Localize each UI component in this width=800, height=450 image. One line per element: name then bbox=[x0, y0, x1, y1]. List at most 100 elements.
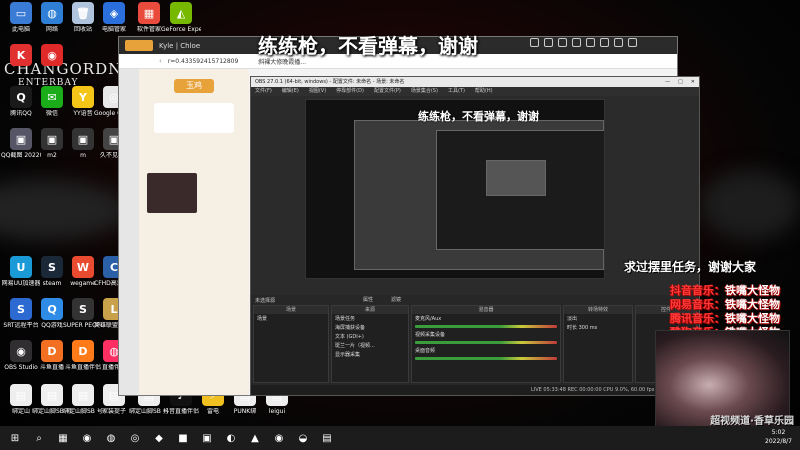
source-item[interactable]: 场景任务 bbox=[332, 314, 408, 323]
app-icon: ▣ bbox=[41, 128, 63, 150]
search-icon[interactable]: ⌕ bbox=[30, 429, 48, 447]
desktop-icon-label: PUNK绑 bbox=[233, 408, 257, 415]
app-icon: ◉ bbox=[10, 340, 32, 362]
duration-input[interactable]: 300 ms bbox=[579, 325, 598, 331]
desktop-icon-label: steam bbox=[42, 280, 62, 287]
app-icon: ◭ bbox=[170, 2, 192, 24]
audio-meter bbox=[415, 357, 557, 360]
desktop-icon-label: 微信 bbox=[45, 110, 58, 117]
scene-item[interactable]: 场景 bbox=[254, 314, 328, 323]
toolbar-icon-1[interactable] bbox=[530, 38, 539, 47]
desktop-icon-label: GeForce Experience bbox=[161, 26, 201, 33]
scenes-panel: 场景 场景 bbox=[253, 305, 329, 383]
obs-menu-item[interactable]: 视图(V) bbox=[309, 87, 326, 96]
browser-toolbar-icons[interactable] bbox=[530, 38, 637, 47]
taskbar-app-icon[interactable]: ◍ bbox=[102, 429, 120, 447]
toolbar-icon-4[interactable] bbox=[572, 38, 581, 47]
browser-tab[interactable]: Kyle | Chloe bbox=[159, 42, 200, 50]
page-card bbox=[154, 103, 234, 133]
taskbar-app-icon[interactable]: ◉ bbox=[270, 429, 288, 447]
taskbar: ⊞ ⌕ ▦ ◉ ◍ ◎ ◆ ■ ▣ ◐ ▲ ◉ ◒ ▤ 5:02 2022/8/7 bbox=[0, 426, 800, 450]
toolbar-icon-5[interactable] bbox=[586, 38, 595, 47]
app-icon: ▤ bbox=[10, 384, 32, 406]
desktop-icon-label: 雷电 bbox=[206, 408, 219, 415]
app-icon: K bbox=[10, 44, 32, 66]
obs-preview[interactable]: 练练枪，不看弹幕，谢谢 bbox=[305, 99, 605, 279]
taskbar-apps: ⊞ ⌕ ▦ ◉ ◍ ◎ ◆ ■ ▣ ◐ ▲ ◉ ◒ ▤ bbox=[0, 429, 336, 447]
app-icon: ✉ bbox=[41, 86, 63, 108]
mixer-channel-name: 视频采集设备 bbox=[415, 332, 446, 338]
toolbar-icon-3[interactable] bbox=[558, 38, 567, 47]
toolbar-icon-6[interactable] bbox=[600, 38, 609, 47]
obs-menu-item[interactable]: 帮助(H) bbox=[475, 87, 493, 96]
app-icon: 🗑 bbox=[72, 2, 94, 24]
thanks-overlay: 求过摆里任务，谢谢大家 bbox=[624, 260, 757, 274]
desktop-icon[interactable]: ◈ 电脑管家 bbox=[95, 2, 133, 33]
no-source-selected-label: 未选择源 bbox=[255, 298, 276, 304]
start-icon[interactable]: ⊞ bbox=[6, 429, 24, 447]
back-icon[interactable]: ‹ bbox=[159, 57, 162, 65]
taskbar-app-icon[interactable]: ◎ bbox=[126, 429, 144, 447]
audio-meter bbox=[415, 341, 557, 344]
desktop-icon-label: 软件管家 bbox=[136, 26, 161, 33]
browser-left-nav[interactable] bbox=[119, 69, 139, 395]
taskbar-app-icon[interactable]: ◆ bbox=[150, 429, 168, 447]
app-icon: ▤ bbox=[72, 384, 94, 406]
app-icon: ▭ bbox=[10, 2, 32, 24]
obs-window[interactable]: OBS 27.0.1 (64-bit, windows) - 配置文件: 未命名… bbox=[250, 76, 700, 396]
desktop-icon-label: 电脑管家 bbox=[101, 26, 126, 33]
toolbar-icon-8[interactable] bbox=[628, 38, 637, 47]
source-item[interactable]: 文本 (GDI+) bbox=[332, 332, 408, 341]
desktop-icon[interactable]: ◭ GeForce Experience bbox=[161, 2, 201, 33]
taskbar-app-icon[interactable]: ◉ bbox=[78, 429, 96, 447]
sources-panel: 来源 场景任务 海屏捕获设备 文本 (GDI+) 斑兰一片（视频... 显示器采… bbox=[331, 305, 409, 383]
taskbar-app-icon[interactable]: ▣ bbox=[198, 429, 216, 447]
app-icon: Q bbox=[10, 86, 32, 108]
obs-menu-item[interactable]: 工具(T) bbox=[448, 87, 465, 96]
app-icon: S bbox=[41, 256, 63, 278]
taskbar-app-icon[interactable]: ▦ bbox=[54, 429, 72, 447]
source-item[interactable]: 海屏捕获设备 bbox=[332, 323, 408, 332]
app-icon: Q bbox=[41, 298, 63, 320]
maximize-icon[interactable]: □ bbox=[678, 77, 683, 87]
obs-menu-item[interactable]: 文件(F) bbox=[255, 87, 272, 96]
source-item[interactable]: 斑兰一片（视频... bbox=[332, 341, 408, 350]
system-clock[interactable]: 5:02 2022/8/7 bbox=[765, 428, 792, 446]
toolbar-icon-2[interactable] bbox=[544, 38, 553, 47]
filters-button[interactable]: 滤镜 bbox=[391, 296, 401, 303]
obs-menu-item[interactable]: 配置文件(P) bbox=[374, 87, 401, 96]
desktop-icon-label: m2 bbox=[47, 152, 57, 159]
wallpaper-hand-left bbox=[0, 180, 130, 240]
taskbar-app-icon[interactable]: ■ bbox=[174, 429, 192, 447]
transition-select[interactable]: 淡出 bbox=[564, 314, 632, 323]
close-icon[interactable]: ✕ bbox=[691, 77, 695, 87]
taskbar-app-icon[interactable]: ◐ bbox=[222, 429, 240, 447]
clock-date: 2022/8/7 bbox=[765, 438, 792, 445]
desktop-icon-label: m bbox=[80, 152, 86, 159]
mixer-channel-name: 桌面音频 bbox=[415, 348, 436, 354]
obs-menu-item[interactable]: 场景集合(S) bbox=[411, 87, 438, 96]
app-icon: ▤ bbox=[41, 384, 63, 406]
app-icon: ▦ bbox=[138, 2, 160, 24]
taskbar-app-icon[interactable]: ▲ bbox=[246, 429, 264, 447]
source-item[interactable]: 显示器采集 bbox=[332, 350, 408, 359]
toolbar-icon-7[interactable] bbox=[614, 38, 623, 47]
minimize-icon[interactable]: — bbox=[665, 77, 670, 87]
desktop-icon-label: 腾讯QQ bbox=[10, 110, 32, 117]
obs-menu-item[interactable]: 停靠部件(D) bbox=[336, 87, 364, 96]
browser-page-content: 玉鸡 bbox=[139, 69, 249, 395]
obs-docks: 未选择源 属性 滤镜 场景 场景 来源 场景任务 海屏捕获设备 文本 (GDI+… bbox=[251, 295, 699, 395]
obs-menu-item[interactable]: 编辑(E) bbox=[282, 87, 299, 96]
app-icon: ▣ bbox=[72, 128, 94, 150]
app-icon: S bbox=[72, 298, 94, 320]
duration-label: 时长 bbox=[567, 325, 578, 331]
taskbar-app-icon[interactable]: ▤ bbox=[318, 429, 336, 447]
app-icon: ◍ bbox=[41, 2, 63, 24]
browser-url[interactable]: r=0.433592415712809 bbox=[168, 58, 238, 65]
properties-button[interactable]: 属性 bbox=[363, 296, 373, 303]
taskbar-app-icon[interactable]: ◒ bbox=[294, 429, 312, 447]
app-icon: S bbox=[10, 298, 32, 320]
desktop-icon[interactable]: ◉ bbox=[33, 44, 71, 68]
app-icon: ◉ bbox=[41, 44, 63, 66]
desktop-icon-label: wegame bbox=[70, 280, 96, 287]
